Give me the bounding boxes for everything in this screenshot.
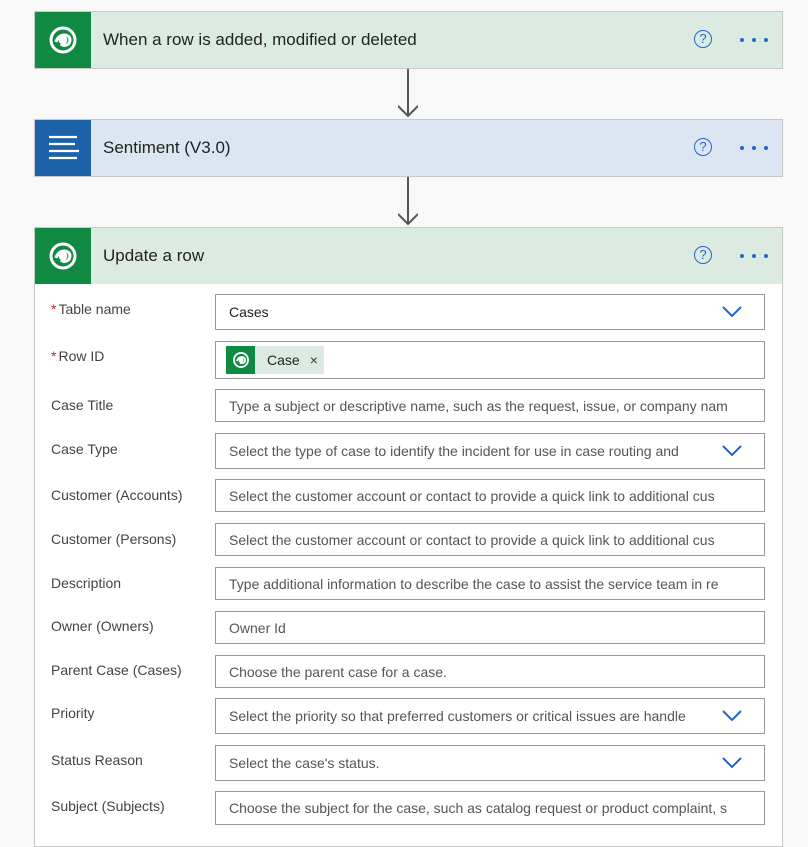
required-marker: * [51,348,57,364]
field-label: Owner (Owners) [51,618,154,634]
more-options-icon[interactable] [740,138,768,158]
placeholder: Select the case's status. [229,755,380,771]
field-label: Priority [51,705,95,721]
field-label: Case Type [51,441,118,457]
placeholder: Select the priority so that preferred cu… [229,708,686,724]
help-icon[interactable]: ? [694,138,712,156]
status-reason-dropdown[interactable]: Select the case's status. [215,745,765,781]
description-input[interactable]: Type additional information to describe … [215,567,765,600]
trigger-card[interactable]: When a row is added, modified or deleted… [34,11,783,69]
chevron-down-icon[interactable] [722,757,742,769]
table-name-dropdown[interactable]: Cases [215,294,765,330]
placeholder: Type a subject or descriptive name, such… [229,397,728,414]
field-label: Case Title [51,397,114,413]
owner-input[interactable]: Owner Id [215,611,765,644]
more-options-icon[interactable] [740,30,768,50]
close-icon[interactable]: × [310,352,318,368]
field-value: Cases [229,304,269,320]
field-label: * Row ID [51,348,104,364]
dataverse-icon [226,346,255,374]
priority-dropdown[interactable]: Select the priority so that preferred cu… [215,698,765,734]
case-type-dropdown[interactable]: Select the type of case to identify the … [215,433,765,469]
label-text: Table name [58,301,131,317]
field-label: Parent Case (Cases) [51,662,182,678]
placeholder: Select the type of case to identify the … [229,443,679,459]
placeholder: Type additional information to describe … [229,575,719,592]
field-label: Customer (Accounts) [51,487,183,503]
field-label: Description [51,575,122,591]
update-row-title: Update a row [103,246,205,265]
chevron-down-icon[interactable] [722,710,742,722]
placeholder: Choose the subject for the case, such as… [229,800,728,816]
field-label: * Table name [51,301,131,317]
update-row-card: Update a row ? * Table name Cases * Row ID… [34,227,783,847]
update-row-header[interactable]: Update a row ? [35,228,782,284]
case-token[interactable]: Case × [226,346,324,374]
help-icon[interactable]: ? [694,246,712,264]
required-marker: * [51,301,57,317]
placeholder: Choose the parent case for a case. [229,663,447,680]
dataverse-icon [35,12,91,68]
field-label: Customer (Persons) [51,531,177,547]
customer-accounts-input[interactable]: Select the customer account or contact t… [215,479,765,512]
placeholder: Select the customer account or contact t… [229,487,715,504]
more-options-icon[interactable] [740,246,768,266]
label-text: Row ID [58,348,105,364]
sentiment-card[interactable]: Sentiment (V3.0) ? [34,119,783,177]
text-lines-icon [35,120,91,176]
subject-input[interactable]: Choose the subject for the case, such as… [215,791,765,825]
case-title-input[interactable]: Type a subject or descriptive name, such… [215,389,765,422]
parent-case-input[interactable]: Choose the parent case for a case. [215,655,765,688]
placeholder: Owner Id [229,619,286,636]
trigger-header[interactable]: When a row is added, modified or deleted… [35,12,782,68]
field-label: Status Reason [51,752,143,768]
token-label: Case [267,352,300,368]
dataverse-icon [35,228,91,284]
trigger-title: When a row is added, modified or deleted [103,30,417,49]
arrow-down-icon [398,177,418,226]
customer-persons-input[interactable]: Select the customer account or contact t… [215,523,765,556]
chevron-down-icon[interactable] [722,445,742,457]
placeholder: Select the customer account or contact t… [229,531,715,548]
sentiment-title: Sentiment (V3.0) [103,138,231,157]
arrow-down-icon [398,69,418,118]
chevron-down-icon[interactable] [722,306,742,318]
field-label: Subject (Subjects) [51,798,165,814]
sentiment-header[interactable]: Sentiment (V3.0) ? [35,120,782,176]
row-id-field[interactable]: Case × [215,341,765,379]
help-icon[interactable]: ? [694,30,712,48]
